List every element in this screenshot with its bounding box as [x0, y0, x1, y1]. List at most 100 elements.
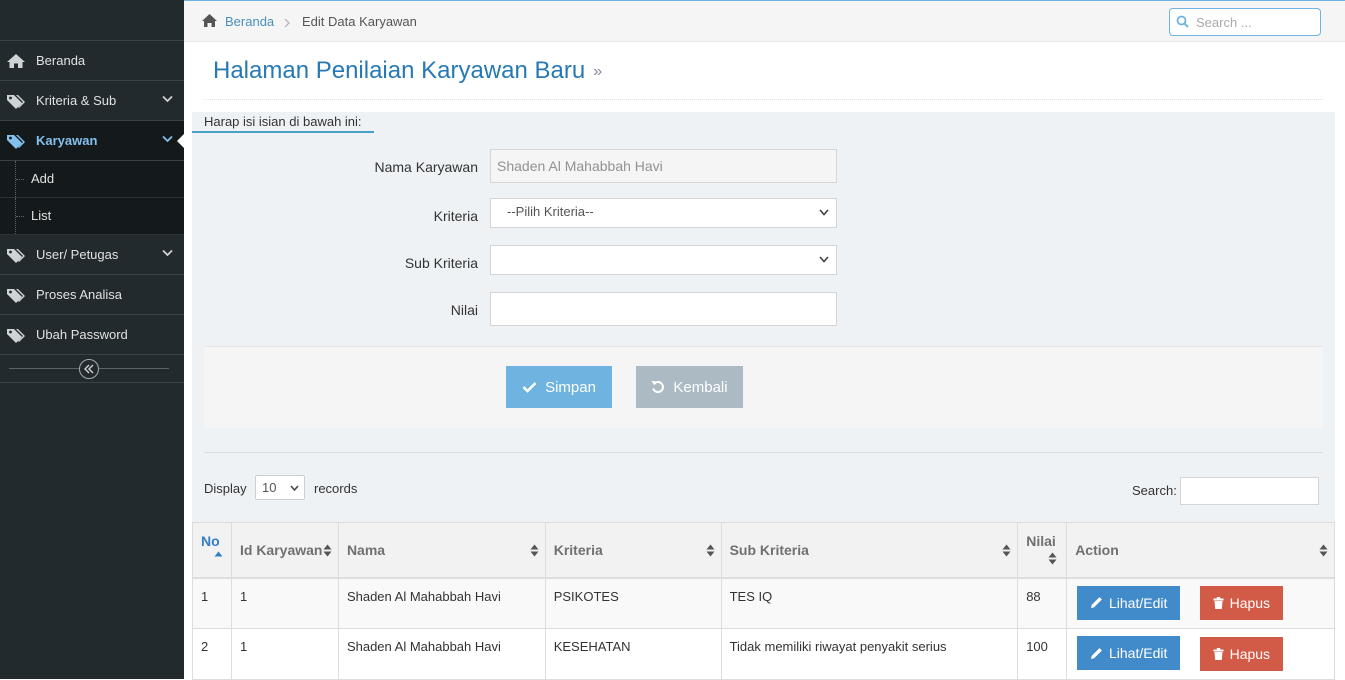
page-title-text: Halaman Penilaian Karyawan Baru — [213, 57, 586, 84]
delete-button[interactable]: Hapus — [1199, 636, 1283, 671]
chevron-down-icon — [819, 256, 829, 263]
cell-nama: Shaden Al Mahabbah Havi — [337, 628, 546, 680]
column-header-nilai[interactable]: Nilai — [1017, 522, 1068, 579]
column-header-sub-kriteria[interactable]: Sub Kriteria — [720, 522, 1019, 579]
column-header-label: Id Karyawan — [239, 541, 323, 558]
home-icon[interactable] — [201, 13, 218, 28]
search-input[interactable] — [1194, 13, 1314, 31]
tree-line — [16, 216, 24, 217]
sidebar-subitem-list[interactable]: List — [0, 198, 184, 235]
sidebar-subitem-label: Add — [31, 171, 55, 186]
table-row: 2 1 Shaden Al Mahabbah Havi KESEHATAN Ti… — [192, 628, 1335, 680]
sidebar-item-beranda[interactable]: Beranda — [0, 41, 184, 81]
column-header-no[interactable]: No — [192, 522, 232, 579]
edit-button[interactable]: Lihat/Edit — [1077, 585, 1181, 620]
tags-icon — [7, 95, 25, 109]
column-header-action[interactable]: Action — [1066, 522, 1335, 579]
delete-button[interactable]: Hapus — [1199, 586, 1283, 620]
nama-karyawan-field[interactable]: Shaden Al Mahabbah Havi — [490, 149, 837, 183]
sidebar-item-label: Beranda — [36, 53, 86, 68]
back-button[interactable]: Kembali — [636, 366, 743, 408]
cell-kriteria: PSIKOTES — [544, 577, 722, 629]
edit-button[interactable]: Lihat/Edit — [1077, 636, 1181, 670]
double-chevron-left-icon — [84, 364, 94, 374]
page-title: Halaman Penilaian Karyawan Baru » — [213, 57, 602, 85]
sidebar-item-karyawan[interactable]: Karyawan — [0, 121, 184, 161]
table-header-row: No Id Karyawan Nama Kriteria Sub Kriteri… — [192, 522, 1335, 579]
undo-icon — [651, 381, 665, 393]
trash-icon — [1213, 647, 1224, 660]
cell-kriteria: KESEHATAN — [544, 628, 722, 680]
chevron-down-icon — [162, 135, 173, 143]
sidebar-item-ubah-password[interactable]: Ubah Password — [0, 315, 184, 355]
sort-icon — [1319, 544, 1328, 557]
cell-id-karyawan: 1 — [230, 628, 339, 680]
tree-line — [16, 179, 24, 180]
data-table: No Id Karyawan Nama Kriteria Sub Kriteri… — [192, 522, 1335, 680]
sidebar-item-label: Proses Analisa — [36, 287, 122, 302]
page-title-suffix: » — [593, 63, 603, 80]
column-header-kriteria[interactable]: Kriteria — [544, 522, 722, 579]
nav-search[interactable] — [1169, 8, 1321, 36]
delete-button-label: Hapus — [1229, 595, 1271, 611]
sidebar-item-proses-analisa[interactable]: Proses Analisa — [0, 275, 184, 315]
save-button-label: Simpan — [545, 378, 596, 396]
sidebar-item-user-petugas[interactable]: User/ Petugas — [0, 235, 184, 275]
sort-icon — [1048, 552, 1057, 565]
display-length-value: 10 — [262, 480, 277, 495]
sidebar-subitem-add[interactable]: Add — [0, 161, 184, 198]
table-search-input[interactable] — [1180, 477, 1319, 505]
cell-sub-kriteria: Tidak memiliki riwayat penyakit serius — [720, 628, 1019, 680]
records-label: records — [314, 481, 358, 496]
save-button[interactable]: Simpan — [506, 366, 612, 408]
display-label: Display — [204, 481, 247, 496]
breadcrumb-home-link[interactable]: Beranda — [225, 14, 274, 29]
column-header-label: Nama — [346, 541, 386, 558]
kriteria-label: Kriteria — [433, 208, 478, 224]
sidebar-item-label: User/ Petugas — [36, 247, 119, 262]
cell-nama: Shaden Al Mahabbah Havi — [337, 577, 546, 629]
column-header-nama[interactable]: Nama — [337, 522, 546, 579]
cell-nilai: 100 — [1017, 628, 1068, 680]
display-length-select[interactable]: 10 — [255, 475, 305, 500]
cell-sub-kriteria: TES IQ — [720, 577, 1019, 629]
sort-icon — [706, 544, 715, 557]
form-actions: Simpan Kembali — [204, 346, 1323, 428]
edit-button-label: Lihat/Edit — [1109, 645, 1168, 661]
kriteria-select[interactable]: --Pilih Kriteria-- — [490, 198, 837, 228]
column-header-id-karyawan[interactable]: Id Karyawan — [230, 522, 339, 579]
chevron-down-icon — [162, 249, 173, 257]
sub-kriteria-label: Sub Kriteria — [404, 255, 478, 271]
sidebar-item-kriteria[interactable]: Kriteria & Sub — [0, 81, 184, 121]
cell-id-karyawan: 1 — [230, 577, 339, 629]
sort-icon — [1002, 544, 1011, 557]
sub-kriteria-select[interactable] — [490, 245, 837, 275]
page-header: Halaman Penilaian Karyawan Baru » — [204, 42, 1323, 100]
column-header-label: Sub Kriteria — [729, 541, 809, 558]
nilai-input[interactable] — [490, 292, 837, 326]
pencil-icon — [1091, 597, 1102, 608]
sidebar-collapse-bar — [0, 355, 184, 383]
cell-action: Lihat/Edit Hapus — [1066, 628, 1335, 680]
form-instruction-tab: Harap isi isian di bawah ini: — [192, 112, 374, 133]
tags-icon — [7, 289, 25, 303]
tags-icon — [7, 135, 25, 149]
check-icon — [522, 382, 537, 393]
chevron-down-icon — [290, 485, 299, 491]
home-icon — [7, 54, 25, 68]
trash-icon — [1213, 597, 1224, 609]
search-icon — [1176, 15, 1189, 28]
chevron-down-icon — [162, 95, 173, 103]
sidebar-shortcuts — [0, 0, 184, 41]
kriteria-select-value: --Pilih Kriteria-- — [507, 204, 594, 219]
sidebar-collapse-button[interactable] — [79, 359, 99, 379]
sidebar-item-label: Kriteria & Sub — [36, 93, 117, 108]
table-search-label: Search: — [1132, 483, 1177, 498]
breadcrumb: Beranda Edit Data Karyawan — [184, 0, 1345, 42]
sort-icon — [323, 544, 332, 557]
tags-icon — [7, 329, 25, 343]
nama-karyawan-label: Nama Karyawan — [374, 159, 479, 175]
sidebar-subitem-label: List — [31, 208, 52, 223]
cell-action: Lihat/Edit Hapus — [1066, 577, 1335, 629]
pencil-icon — [1091, 647, 1102, 659]
